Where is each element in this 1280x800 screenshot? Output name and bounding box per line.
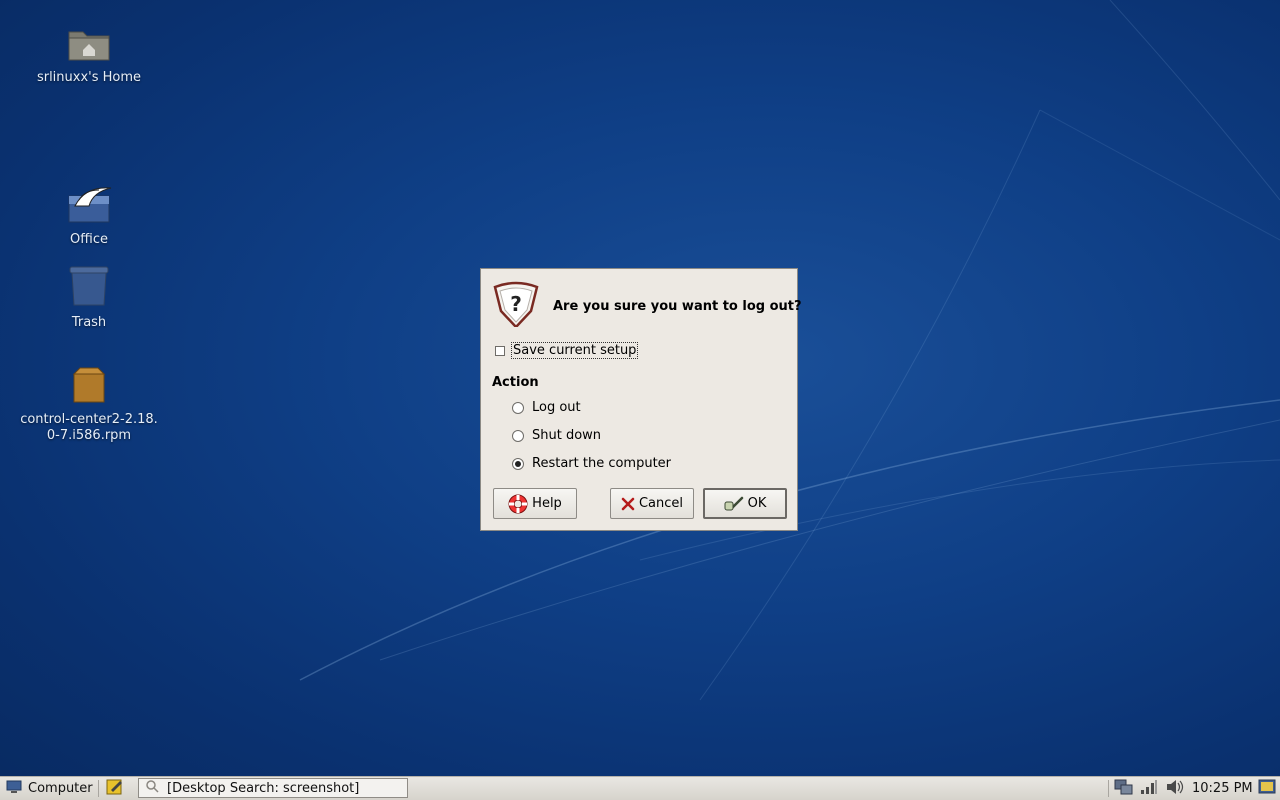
signal-strength-applet[interactable]	[1140, 777, 1158, 800]
computer-icon	[6, 780, 22, 798]
radio-restart[interactable]: Restart the computer	[512, 456, 671, 471]
volume-icon	[1165, 779, 1185, 799]
radio-label[interactable]: Shut down	[532, 428, 601, 443]
show-desktop-icon	[1258, 778, 1276, 800]
save-setup-label[interactable]: Save current setup	[511, 342, 639, 359]
show-desktop-button[interactable]	[1258, 777, 1276, 800]
checkmark-hand-icon	[724, 496, 744, 512]
cancel-button[interactable]: Cancel	[610, 488, 694, 519]
desktop-search-field[interactable]: [Desktop Search: screenshot]	[138, 778, 408, 798]
home-folder-icon	[14, 26, 164, 66]
desktop-icon-label: srlinuxx's Home	[36, 70, 142, 85]
radio-label[interactable]: Log out	[532, 400, 581, 415]
ok-button-label: OK	[747, 496, 767, 511]
signal-strength-icon	[1140, 779, 1158, 799]
network-manager-applet[interactable]	[1114, 777, 1134, 800]
openoffice-icon	[14, 186, 164, 228]
radio-button[interactable]	[512, 429, 524, 442]
taskbar-separator	[98, 780, 99, 797]
notes-icon	[106, 778, 124, 800]
desktop-search-text: [Desktop Search: screenshot]	[167, 780, 360, 796]
desktop-icon-label-line2: 0-7.i586.rpm	[46, 428, 132, 443]
dialog-title: Are you sure you want to log out?	[553, 298, 802, 314]
desktop-icon-label-line1: control-center2-2.18.	[20, 412, 158, 427]
desktop-icon-home[interactable]: srlinuxx's Home	[14, 26, 164, 86]
radio-log-out[interactable]: Log out	[512, 400, 581, 415]
logout-dialog: ? Are you sure you want to log out? Save…	[480, 268, 802, 531]
help-button[interactable]: Help	[493, 488, 577, 519]
radio-button[interactable]	[512, 401, 524, 414]
save-setup-checkbox[interactable]	[495, 345, 505, 356]
action-heading: Action	[492, 375, 539, 390]
radio-label[interactable]: Restart the computer	[532, 456, 671, 471]
desktop-icon-label: Office	[70, 232, 108, 247]
radio-button[interactable]	[512, 457, 524, 470]
cancel-x-icon	[621, 497, 635, 511]
desktop-icon-office[interactable]: Office	[14, 186, 164, 248]
help-button-label: Help	[532, 496, 562, 511]
dialog-header: ? Are you sure you want to log out?	[491, 281, 802, 331]
volume-applet[interactable]	[1165, 777, 1185, 800]
lifebuoy-icon	[508, 494, 528, 514]
desktop-icon-trash[interactable]: Trash	[14, 265, 164, 331]
notes-launcher[interactable]	[106, 777, 124, 800]
trash-icon	[14, 265, 164, 311]
clock[interactable]: 10:25 PM	[1192, 777, 1253, 800]
svg-text:?: ?	[510, 292, 522, 316]
network-icon	[1114, 778, 1134, 800]
save-setup-checkbox-row[interactable]: Save current setup	[495, 342, 639, 359]
desktop-icon-label: Trash	[71, 315, 107, 330]
computer-menu-button[interactable]: Computer	[6, 777, 93, 800]
cancel-button-label: Cancel	[638, 496, 684, 511]
radio-shut-down[interactable]: Shut down	[512, 428, 601, 443]
question-icon: ?	[491, 281, 541, 331]
desktop-icon-rpm[interactable]: control-center2-2.18. 0-7.i586.rpm	[14, 366, 164, 444]
ok-button[interactable]: OK	[703, 488, 787, 519]
search-icon	[145, 779, 159, 797]
package-icon	[14, 366, 164, 408]
clock-text: 10:25 PM	[1192, 781, 1253, 796]
taskbar-separator	[1108, 780, 1109, 797]
taskbar: Computer [Desktop Search: screenshot] 10…	[0, 776, 1280, 800]
computer-menu-label: Computer	[28, 781, 93, 796]
